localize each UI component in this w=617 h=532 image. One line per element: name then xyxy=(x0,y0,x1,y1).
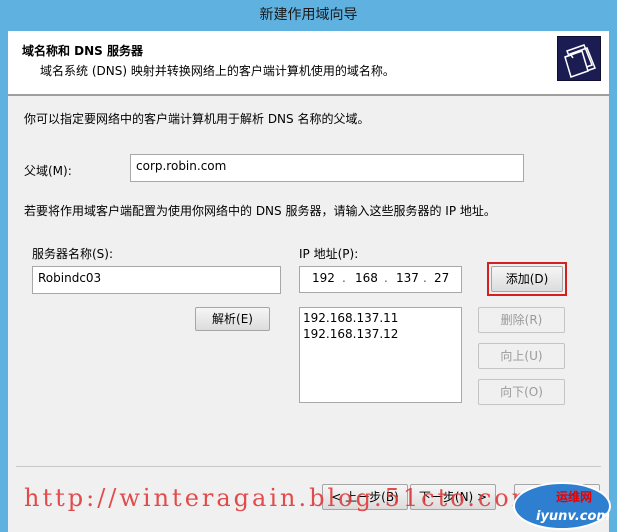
header-subtitle: 域名系统 (DNS) 映射并转换网络上的客户端计算机使用的域名称。 xyxy=(40,64,395,78)
add-button[interactable]: 添加(D) xyxy=(491,266,563,292)
watermark-url: http://winteragain.blog.51cto.com xyxy=(24,484,538,512)
ip-address-label: IP 地址(P): xyxy=(299,247,359,261)
server-name-input[interactable]: Robindc03 xyxy=(32,266,281,294)
parent-domain-input[interactable]: corp.robin.com xyxy=(130,154,524,182)
ip-dot: . xyxy=(342,271,346,285)
ip-dot: . xyxy=(384,271,388,285)
remove-button[interactable]: 删除(R) xyxy=(478,307,565,333)
wizard-window: 新建作用域向导 域名称和 DNS 服务器 域名系统 (DNS) 映射并转换网络上… xyxy=(0,0,617,532)
ip-octet-4[interactable]: 27 xyxy=(434,271,449,285)
dns-server-list[interactable]: 192.168.137.11 192.168.137.12 xyxy=(299,307,462,403)
ip-octet-1[interactable]: 192 xyxy=(312,271,335,285)
list-item[interactable]: 192.168.137.12 xyxy=(303,326,458,342)
move-down-button[interactable]: 向下(O) xyxy=(478,379,565,405)
intro-text: 你可以指定要网络中的客户端计算机用于解析 DNS 名称的父域。 xyxy=(24,112,370,126)
site-logo-domain: iyunv.com xyxy=(536,509,610,524)
footer-divider xyxy=(16,466,601,467)
header-title: 域名称和 DNS 服务器 xyxy=(22,44,144,58)
resolve-button[interactable]: 解析(E) xyxy=(195,307,270,331)
site-logo-title: 运维网 xyxy=(556,490,593,504)
window-title: 新建作用域向导 xyxy=(0,0,617,31)
ip-octet-2[interactable]: 168 xyxy=(355,271,378,285)
folder-stack-icon xyxy=(557,36,601,81)
config-hint-text: 若要将作用域客户端配置为使用你网络中的 DNS 服务器，请输入这些服务器的 IP… xyxy=(24,204,496,218)
server-name-label: 服务器名称(S): xyxy=(32,247,114,261)
parent-domain-label: 父域(M): xyxy=(24,164,72,178)
wizard-body: 你可以指定要网络中的客户端计算机用于解析 DNS 名称的父域。 父域(M): c… xyxy=(8,96,609,532)
ip-octet-3[interactable]: 137 xyxy=(396,271,419,285)
move-up-button[interactable]: 向上(U) xyxy=(478,343,565,369)
window-frame-right xyxy=(609,31,617,532)
wizard-header: 域名称和 DNS 服务器 域名系统 (DNS) 映射并转换网络上的客户端计算机使… xyxy=(8,31,609,95)
ip-address-input[interactable]: 192 . 168 . 137 . 27 xyxy=(299,266,462,293)
ip-dot: . xyxy=(423,271,427,285)
window-frame-left xyxy=(0,31,8,532)
list-item[interactable]: 192.168.137.11 xyxy=(303,310,458,326)
